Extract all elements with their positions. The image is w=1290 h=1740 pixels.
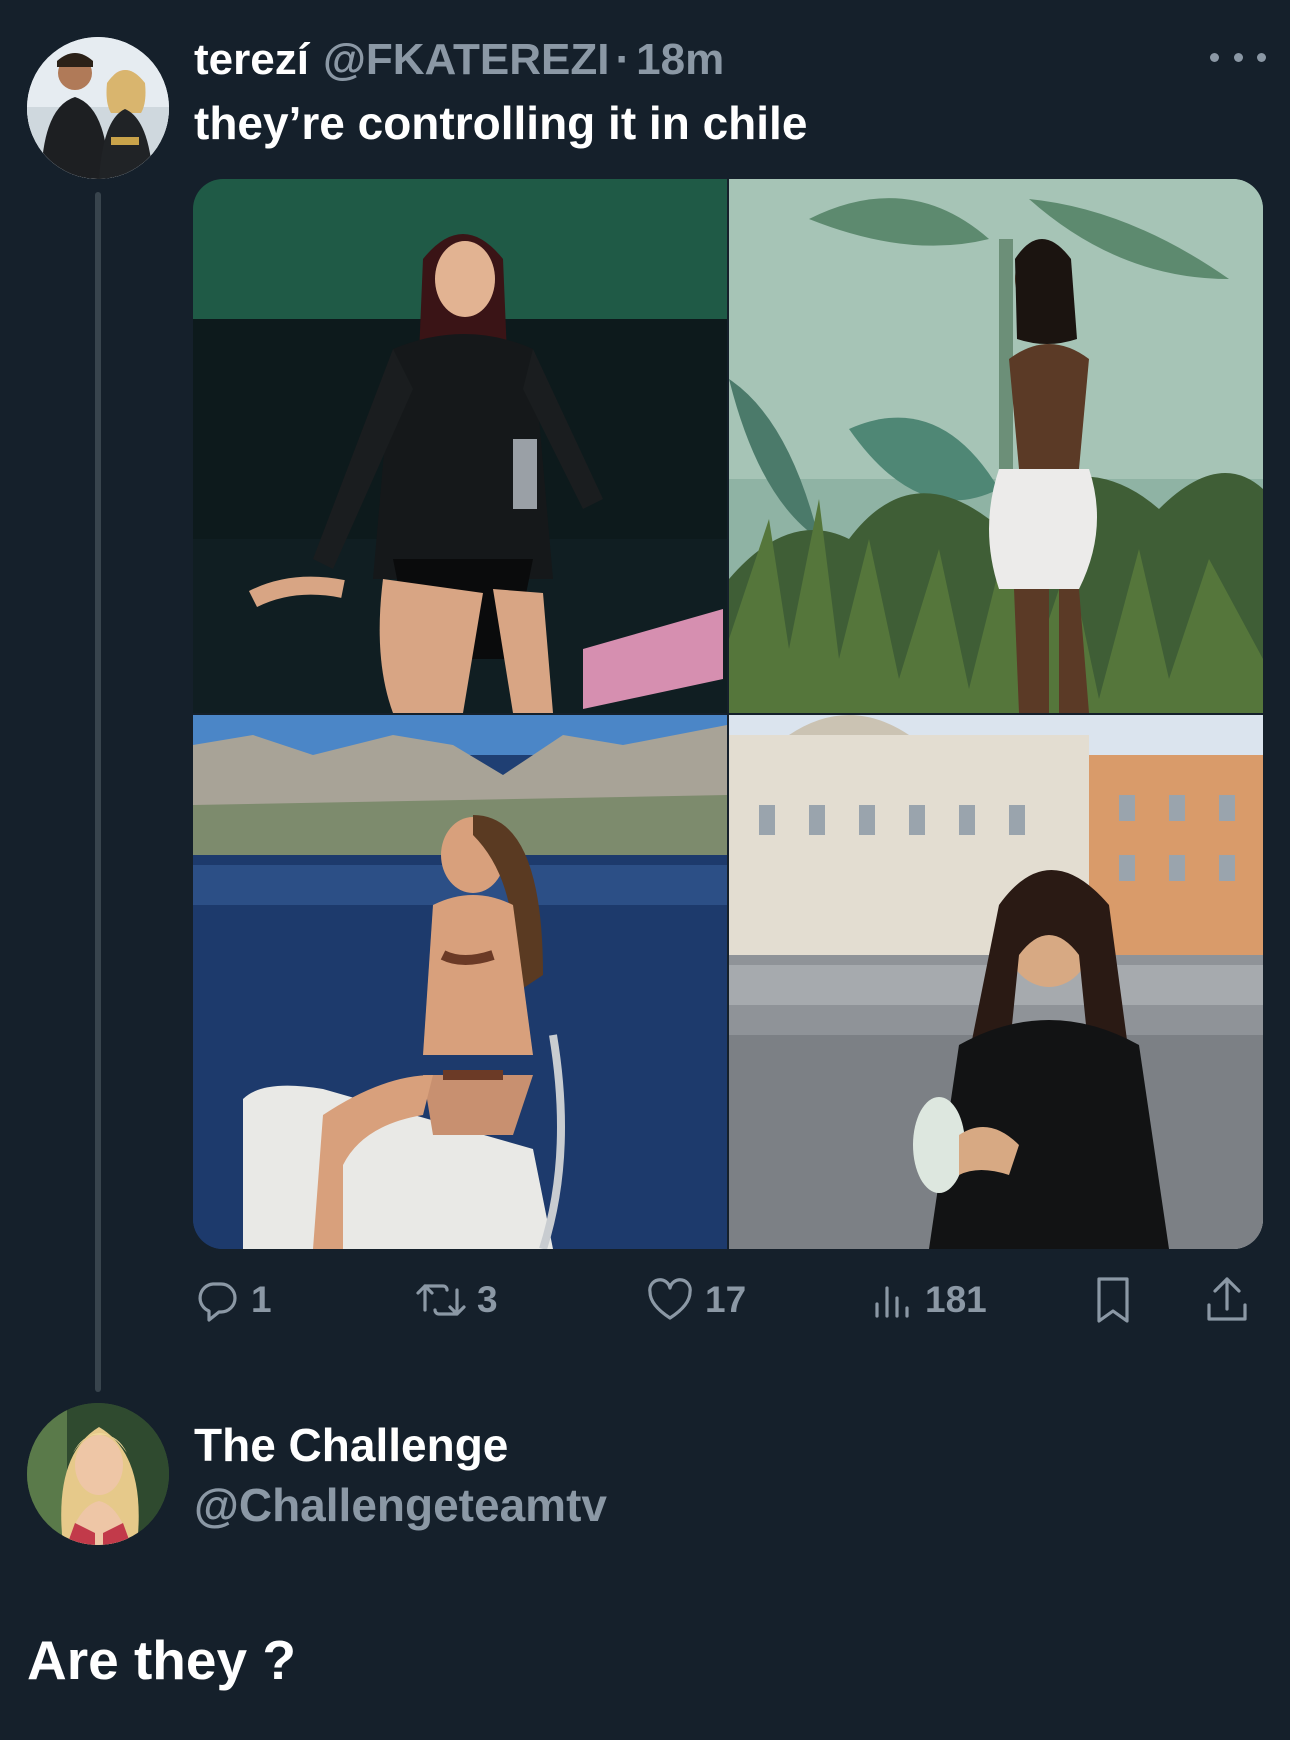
reply-count: 1	[251, 1279, 272, 1320]
reply-text: Are they ?	[27, 1629, 296, 1691]
retweet-button[interactable]: 3	[415, 1270, 498, 1330]
reply-button[interactable]: 1	[193, 1270, 272, 1330]
tweet-header: terezí @FKATEREZI · 18m	[194, 30, 724, 90]
like-button[interactable]: 17	[645, 1270, 746, 1330]
photo-woman-dark-outfit-green-room[interactable]	[193, 179, 727, 713]
tweet-timestamp[interactable]: 18m	[636, 35, 724, 85]
photo-woman-white-dress-jungle-mural[interactable]	[729, 179, 1263, 713]
share-icon	[1207, 1277, 1247, 1321]
photo-woman-bikini-on-boat[interactable]	[193, 715, 727, 1249]
tweet-author-handle[interactable]: @FKATEREZI	[323, 35, 610, 85]
tweet-author-avatar[interactable]	[27, 37, 169, 179]
views-button[interactable]: 181	[871, 1270, 987, 1330]
tweet-media-grid[interactable]	[193, 179, 1263, 1249]
tweet-action-bar: 1 3 17 181	[193, 1270, 1263, 1330]
photo-woman-with-drink-city-square[interactable]	[729, 715, 1263, 1249]
views-count: 181	[925, 1279, 987, 1320]
reply-author-handle[interactable]: @Challengeteamtv	[194, 1478, 607, 1532]
bookmark-icon	[1097, 1277, 1129, 1323]
views-icon	[875, 1286, 909, 1318]
reply-author-avatar[interactable]	[27, 1403, 169, 1545]
reply-author-name[interactable]: The Challenge	[194, 1418, 508, 1472]
retweet-count: 3	[477, 1279, 498, 1320]
share-button[interactable]	[1203, 1270, 1251, 1330]
more-icon[interactable]	[1210, 40, 1266, 74]
heart-icon	[648, 1278, 692, 1320]
bookmark-button[interactable]	[1091, 1270, 1135, 1330]
header-separator: ·	[615, 35, 631, 84]
retweet-icon	[416, 1284, 466, 1316]
tweet-author-name[interactable]: terezí	[194, 35, 309, 85]
reply-icon	[198, 1282, 237, 1322]
thread-connector-line	[95, 192, 101, 1392]
tweet-text: they’re controlling it in chile	[194, 97, 808, 149]
like-count: 17	[705, 1279, 747, 1320]
